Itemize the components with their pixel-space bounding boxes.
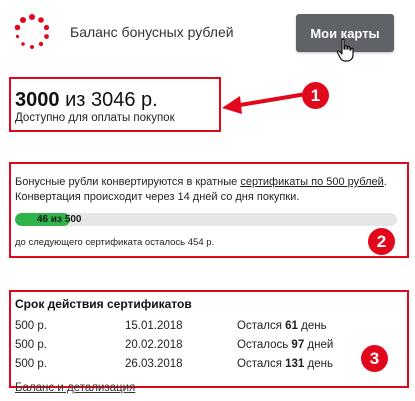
annotation-badge-1: 1 — [302, 82, 329, 109]
annotation-badge-3: 3 — [361, 345, 388, 372]
certificate-amount: 500 р. — [15, 339, 47, 351]
certificate-row: 500 р. 15.01.2018 Остался 61 день — [15, 320, 395, 338]
annotation-badge-2: 2 — [368, 228, 395, 255]
certificate-date: 20.02.2018 — [125, 339, 183, 351]
page-title: Баланс бонусных рублей — [70, 24, 234, 40]
arrow-pointer-icon — [222, 92, 308, 114]
dots-ring-logo-icon — [14, 14, 50, 49]
certificate-amount: 500 р. — [15, 358, 47, 370]
certificates-title: Срок действия сертификатов — [15, 297, 192, 311]
progress-label: 46 из 500 — [37, 214, 82, 225]
remaining-to-certificate: до следующего сертификата осталось 454 р… — [15, 237, 215, 248]
certificate-days-left: Осталось 97 дней — [237, 339, 334, 351]
balance-subtitle: Доступно для оплаты покупок — [15, 112, 175, 124]
certificate-days-left: Остался 61 день — [237, 320, 327, 332]
hand-cursor-icon — [336, 38, 354, 62]
certificate-row: 500 р. 26.03.2018 Остался 131 день — [15, 358, 395, 376]
certificates-link[interactable]: сертификаты по 500 рублей — [240, 176, 383, 188]
conversion-info: Бонусные рубли конвертируются в кратные … — [15, 176, 387, 203]
balance-amount: 3000 из 3046 р. — [15, 89, 158, 111]
certificate-date: 15.01.2018 — [125, 320, 183, 332]
header: Баланс бонусных рублей Мои карты — [0, 0, 415, 66]
balance-details-link[interactable]: Баланс и детализация — [15, 382, 135, 394]
certificate-date: 26.03.2018 — [125, 358, 183, 370]
certificate-amount: 500 р. — [15, 320, 47, 332]
certificate-row: 500 р. 20.02.2018 Осталось 97 дней — [15, 339, 395, 357]
certificate-days-left: Остался 131 день — [237, 358, 333, 370]
